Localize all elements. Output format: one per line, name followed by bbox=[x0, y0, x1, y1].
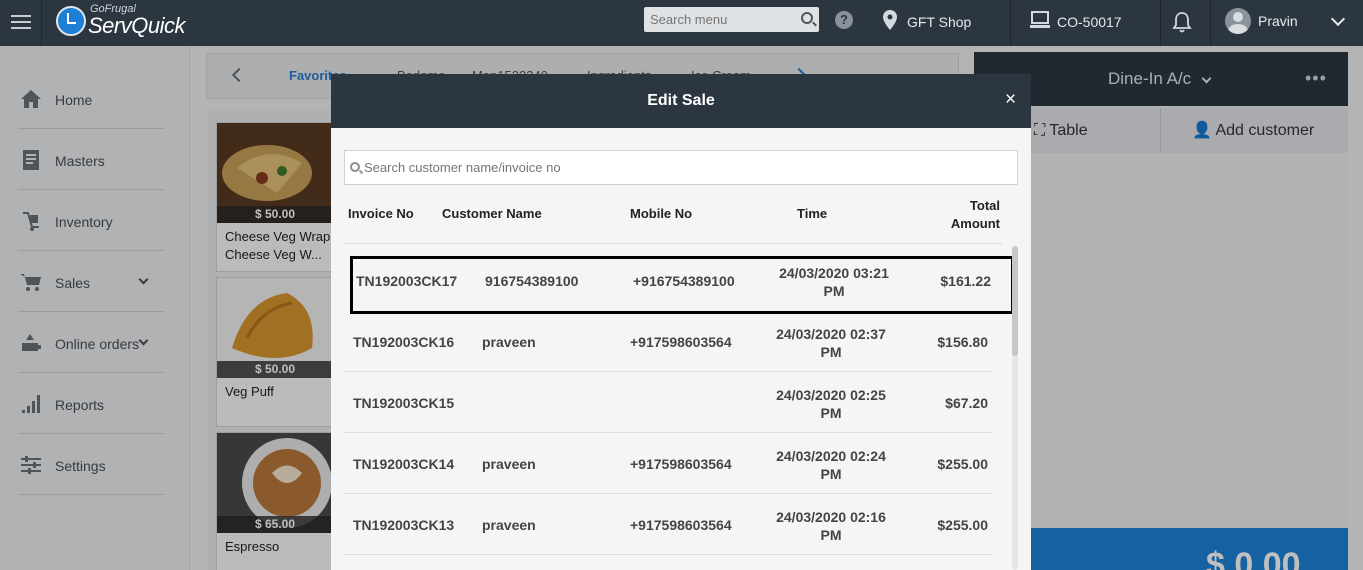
column-header-total-line: Amount bbox=[950, 216, 1000, 231]
cell-amount: $255.00 bbox=[937, 517, 988, 533]
divider bbox=[1010, 0, 1011, 46]
brand-logo: GoFrugal ServQuick bbox=[56, 3, 196, 43]
cell-mobile: +917598603564 bbox=[630, 456, 732, 472]
hamburger-menu-icon[interactable] bbox=[0, 0, 42, 46]
cell-invoice: TN192003CK14 bbox=[353, 456, 455, 472]
column-header-total-line: Total bbox=[969, 198, 1000, 213]
cell-time: 24/03/2020 02:37 PM bbox=[776, 326, 886, 360]
close-icon[interactable]: × bbox=[1005, 89, 1016, 111]
modal-title: Edit Sale bbox=[647, 92, 715, 109]
cell-customer: praveen bbox=[482, 517, 536, 533]
divider bbox=[344, 243, 1002, 244]
computer-icon bbox=[1030, 11, 1050, 28]
table-row[interactable]: TN192003CK14 praveen +917598603564 24/03… bbox=[344, 433, 992, 494]
column-header-mobile: Mobile No bbox=[630, 206, 693, 221]
cell-customer: 916754389100 bbox=[485, 273, 579, 289]
cell-time: 24/03/2020 02:25 PM bbox=[776, 387, 886, 421]
divider bbox=[1210, 0, 1211, 46]
avatar[interactable] bbox=[1225, 8, 1251, 34]
cell-time: 24/03/2020 03:21 PM bbox=[779, 265, 889, 299]
column-header-total: Total Amount bbox=[927, 197, 1000, 233]
invoice-search-input[interactable] bbox=[364, 151, 1004, 184]
chevron-down-icon[interactable] bbox=[1330, 11, 1346, 27]
cell-amount: $161.22 bbox=[940, 273, 991, 289]
edit-sale-modal: Edit Sale × Invoice No Customer Name Mob… bbox=[331, 74, 1031, 570]
scrollbar-thumb[interactable] bbox=[1012, 246, 1018, 356]
table-row[interactable]: TN192003CK17 916754389100 +916754389100 … bbox=[350, 256, 1014, 314]
bell-icon[interactable] bbox=[1172, 11, 1192, 33]
cell-invoice: TN192003CK15 bbox=[353, 395, 455, 411]
top-bar: GoFrugal ServQuick ? GFT Shop CO-50017 P… bbox=[0, 0, 1363, 46]
column-header-invoice: Invoice No bbox=[348, 206, 414, 221]
cell-amount: $255.00 bbox=[937, 456, 988, 472]
cell-mobile: +916754389100 bbox=[633, 273, 735, 289]
cell-customer: praveen bbox=[482, 334, 536, 350]
modal-header: Edit Sale × bbox=[331, 74, 1031, 128]
cell-mobile: +917598603564 bbox=[630, 517, 732, 533]
table-row[interactable]: TN192003CK15 24/03/2020 02:25 PM $67.20 bbox=[344, 372, 992, 433]
cell-invoice: TN192003CK13 bbox=[353, 517, 455, 533]
counter-selector[interactable]: CO-50017 bbox=[1057, 14, 1122, 30]
divider bbox=[1160, 0, 1161, 46]
cell-amount: $67.20 bbox=[945, 395, 988, 411]
user-name[interactable]: Pravin bbox=[1258, 13, 1298, 29]
table-row[interactable]: TN192003CK13 praveen +917598603564 24/03… bbox=[344, 494, 992, 555]
scrollbar[interactable] bbox=[1012, 246, 1018, 570]
search-icon bbox=[350, 162, 360, 172]
cell-invoice: TN192003CK16 bbox=[353, 334, 455, 350]
help-icon[interactable]: ? bbox=[835, 11, 853, 29]
search-menu[interactable] bbox=[644, 7, 819, 32]
clock-logo-icon bbox=[56, 6, 86, 36]
shop-selector[interactable]: GFT Shop bbox=[907, 14, 971, 30]
brand-product: ServQuick bbox=[88, 13, 185, 38]
search-menu-input[interactable] bbox=[644, 7, 794, 32]
cell-customer: praveen bbox=[482, 456, 536, 472]
table-row[interactable]: TN192003CK16 praveen +917598603564 24/03… bbox=[344, 311, 992, 372]
cell-time: 24/03/2020 02:24 PM bbox=[776, 448, 886, 482]
cell-amount: $156.80 bbox=[937, 334, 988, 350]
cell-mobile: +917598603564 bbox=[630, 334, 732, 350]
column-header-time: Time bbox=[797, 206, 828, 221]
cell-invoice: TN192003CK17 bbox=[356, 273, 458, 289]
invoice-search[interactable] bbox=[344, 150, 1018, 185]
location-pin-icon bbox=[883, 10, 897, 30]
column-header-customer: Customer Name bbox=[442, 206, 542, 221]
cell-time: 24/03/2020 02:16 PM bbox=[776, 509, 886, 543]
search-icon[interactable] bbox=[801, 12, 813, 24]
